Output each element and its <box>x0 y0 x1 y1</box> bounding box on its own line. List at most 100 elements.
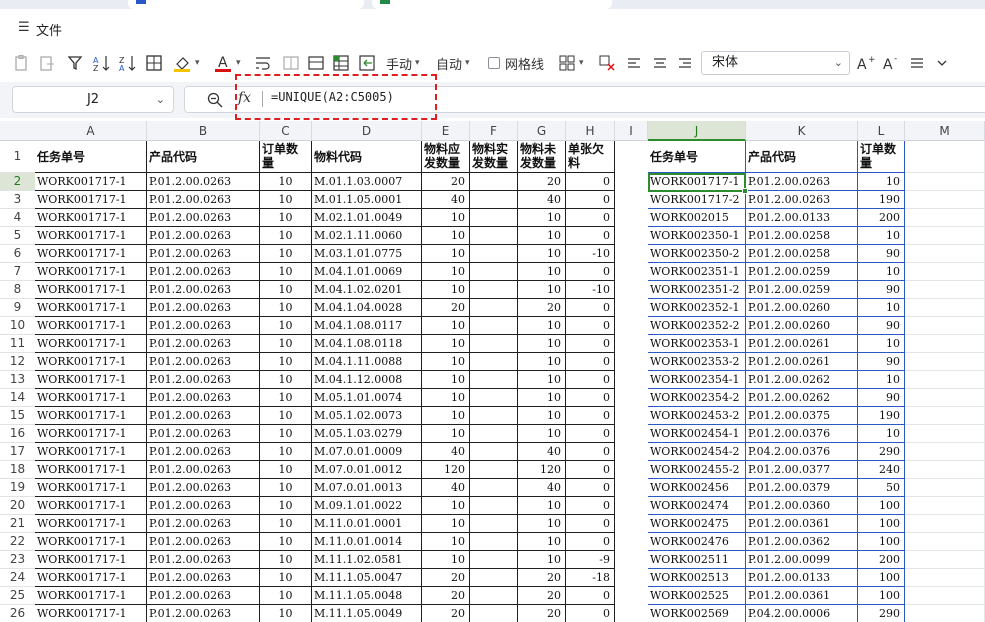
cell-D14[interactable]: M.05.1.01.0074 <box>312 389 422 407</box>
cell-C1[interactable]: 订单数量 <box>260 141 312 173</box>
cell-A10[interactable]: WORK001717-1 <box>35 317 147 335</box>
cell-H24[interactable]: -18 <box>566 569 615 587</box>
cell-I9[interactable] <box>615 299 648 317</box>
cell-K26[interactable]: P.04.2.00.0006 <box>746 605 858 622</box>
cell-H9[interactable]: 0 <box>566 299 615 317</box>
cell-G23[interactable]: 10 <box>518 551 566 569</box>
column-header-C[interactable]: C <box>260 121 312 141</box>
cell-I8[interactable] <box>615 281 648 299</box>
cell-J14[interactable]: WORK002354-2 <box>648 389 746 407</box>
cell-F18[interactable] <box>470 461 518 479</box>
cell-B1[interactable]: 产品代码 <box>147 141 260 173</box>
cell-G1[interactable]: 物料未发数量 <box>518 141 566 173</box>
cell-B12[interactable]: P.01.2.00.0263 <box>147 353 260 371</box>
cell-B24[interactable]: P.01.2.00.0263 <box>147 569 260 587</box>
cell-C17[interactable]: 10 <box>260 443 312 461</box>
cell-H23[interactable]: -9 <box>566 551 615 569</box>
cell-C10[interactable]: 10 <box>260 317 312 335</box>
sort-asc-icon[interactable]: AZ <box>92 51 112 75</box>
cell-F19[interactable] <box>470 479 518 497</box>
cell-A8[interactable]: WORK001717-1 <box>35 281 147 299</box>
column-header-G[interactable]: G <box>518 121 566 141</box>
cell-A14[interactable]: WORK001717-1 <box>35 389 147 407</box>
cell-E7[interactable]: 10 <box>422 263 470 281</box>
cell-G20[interactable]: 10 <box>518 497 566 515</box>
cell-C19[interactable]: 10 <box>260 479 312 497</box>
cell-F22[interactable] <box>470 533 518 551</box>
cell-B8[interactable]: P.01.2.00.0263 <box>147 281 260 299</box>
cell-A17[interactable]: WORK001717-1 <box>35 443 147 461</box>
cell-E17[interactable]: 40 <box>422 443 470 461</box>
cell-L13[interactable]: 10 <box>858 371 905 389</box>
cell-J9[interactable]: WORK002352-1 <box>648 299 746 317</box>
cell-E22[interactable]: 10 <box>422 533 470 551</box>
column-header-H[interactable]: H <box>566 121 615 141</box>
cell-C25[interactable]: 10 <box>260 587 312 605</box>
cell-F15[interactable] <box>470 407 518 425</box>
cell-E3[interactable]: 40 <box>422 191 470 209</box>
more-chevron-icon[interactable] <box>935 51 949 75</box>
column-header-J[interactable]: J <box>648 121 746 141</box>
cell-J21[interactable]: WORK002475 <box>648 515 746 533</box>
cell-F17[interactable] <box>470 443 518 461</box>
cell-D7[interactable]: M.04.1.01.0069 <box>312 263 422 281</box>
cell-I15[interactable] <box>615 407 648 425</box>
cell-I7[interactable] <box>615 263 648 281</box>
cell-H25[interactable]: 0 <box>566 587 615 605</box>
cell-L2[interactable]: 10 <box>858 173 905 191</box>
cell-A11[interactable]: WORK001717-1 <box>35 335 147 353</box>
cell-H16[interactable]: 0 <box>566 425 615 443</box>
cell-F11[interactable] <box>470 335 518 353</box>
row-header-13[interactable]: 13 <box>0 371 35 389</box>
cell-M14[interactable] <box>905 389 985 407</box>
cell-A15[interactable]: WORK001717-1 <box>35 407 147 425</box>
border-icon[interactable] <box>145 51 163 75</box>
cell-L20[interactable]: 100 <box>858 497 905 515</box>
cell-L12[interactable]: 90 <box>858 353 905 371</box>
zoom-icon[interactable] <box>206 91 224 113</box>
cell-J7[interactable]: WORK002351-1 <box>648 263 746 281</box>
row-header-4[interactable]: 4 <box>0 209 35 227</box>
row-header-16[interactable]: 16 <box>0 425 35 443</box>
cell-K4[interactable]: P.01.2.00.0133 <box>746 209 858 227</box>
cell-L16[interactable]: 10 <box>858 425 905 443</box>
cell-I26[interactable] <box>615 605 648 622</box>
column-header-I[interactable]: I <box>615 121 648 141</box>
cell-E11[interactable]: 10 <box>422 335 470 353</box>
cell-C3[interactable]: 10 <box>260 191 312 209</box>
cell-L9[interactable]: 10 <box>858 299 905 317</box>
cell-I21[interactable] <box>615 515 648 533</box>
cell-H3[interactable]: 0 <box>566 191 615 209</box>
cell-G16[interactable]: 10 <box>518 425 566 443</box>
name-box[interactable]: J2 ⌄ <box>12 86 174 113</box>
cell-A3[interactable]: WORK001717-1 <box>35 191 147 209</box>
cell-D22[interactable]: M.11.0.01.0014 <box>312 533 422 551</box>
row-header-7[interactable]: 7 <box>0 263 35 281</box>
column-header-L[interactable]: L <box>858 121 905 141</box>
cell-F25[interactable] <box>470 587 518 605</box>
cell-K24[interactable]: P.01.2.00.0133 <box>746 569 858 587</box>
row-header-19[interactable]: 19 <box>0 479 35 497</box>
cell-I16[interactable] <box>615 425 648 443</box>
cell-L3[interactable]: 190 <box>858 191 905 209</box>
cell-L14[interactable]: 90 <box>858 389 905 407</box>
cell-D26[interactable]: M.11.1.05.0049 <box>312 605 422 622</box>
cell-E8[interactable]: 10 <box>422 281 470 299</box>
cell-L26[interactable]: 290 <box>858 605 905 622</box>
cell-J6[interactable]: WORK002350-2 <box>648 245 746 263</box>
cell-L1[interactable]: 订单数量 <box>858 141 905 173</box>
cell-J12[interactable]: WORK002353-2 <box>648 353 746 371</box>
row-header-24[interactable]: 24 <box>0 569 35 587</box>
cell-G25[interactable]: 20 <box>518 587 566 605</box>
cell-L19[interactable]: 50 <box>858 479 905 497</box>
row-header-6[interactable]: 6 <box>0 245 35 263</box>
cell-H5[interactable]: 0 <box>566 227 615 245</box>
cell-A19[interactable]: WORK001717-1 <box>35 479 147 497</box>
cell-J8[interactable]: WORK002351-2 <box>648 281 746 299</box>
cell-E24[interactable]: 20 <box>422 569 470 587</box>
row-header-15[interactable]: 15 <box>0 407 35 425</box>
cell-K3[interactable]: P.01.2.00.0263 <box>746 191 858 209</box>
cell-L17[interactable]: 290 <box>858 443 905 461</box>
cell-E21[interactable]: 10 <box>422 515 470 533</box>
cell-B9[interactable]: P.01.2.00.0263 <box>147 299 260 317</box>
